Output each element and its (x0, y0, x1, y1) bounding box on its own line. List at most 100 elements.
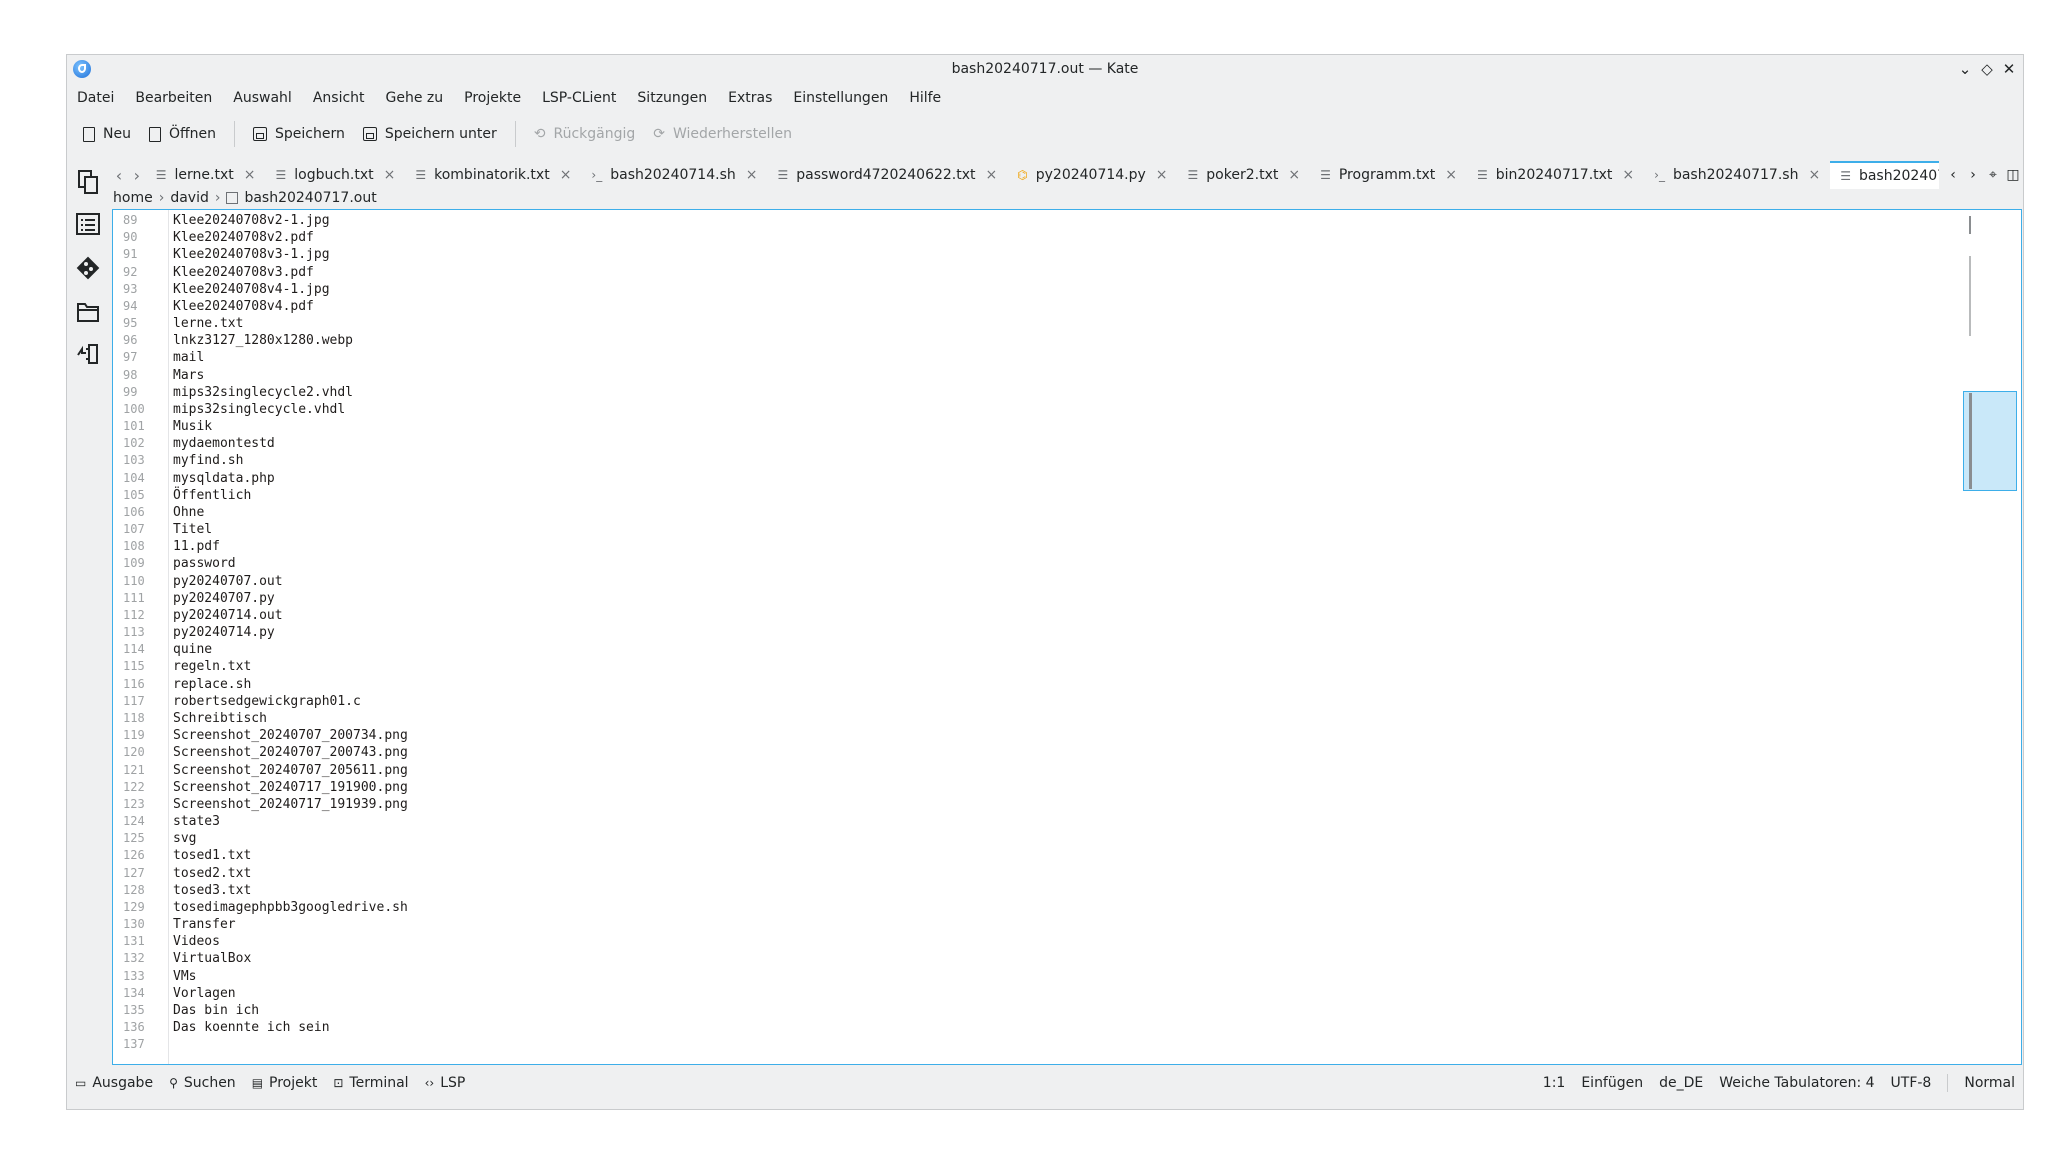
close-tab-icon[interactable]: × (1622, 167, 1634, 183)
undo-button[interactable]: ⟲ Rückgängig (534, 126, 636, 142)
input-mode[interactable]: Normal (1964, 1075, 2015, 1091)
output-toggle[interactable]: ▭ Ausgabe (75, 1075, 153, 1091)
tab-3[interactable]: ›_ bash20240714.sh × (581, 161, 767, 189)
close-tab-icon[interactable]: × (1808, 167, 1820, 183)
editor-line[interactable]: 90 Klee20240708v2.pdf (113, 229, 2021, 246)
lsp-toggle[interactable]: ‹› LSP (425, 1075, 466, 1091)
projects-icon[interactable] (75, 341, 101, 367)
editor-line[interactable]: 95 lerne.txt (113, 315, 2021, 332)
close-tab-icon[interactable]: × (1288, 167, 1300, 183)
search-toggle[interactable]: ⚲ Suchen (169, 1075, 236, 1091)
editor-line[interactable]: 134 Vorlagen (113, 985, 2021, 1002)
editor-line[interactable]: 89 Klee20240708v2-1.jpg (113, 212, 2021, 229)
editor-line[interactable]: 137 (113, 1036, 2021, 1053)
editor-line[interactable]: 114 quine (113, 641, 2021, 658)
menu-bearbeiten[interactable]: Bearbeiten (135, 90, 212, 106)
tabs-back-icon[interactable]: ‹ (110, 166, 128, 185)
editor-line[interactable]: 130 Transfer (113, 916, 2021, 933)
file-browser-icon[interactable] (75, 299, 101, 325)
editor-line[interactable]: 99 mips32singlecycle2.vhdl (113, 384, 2021, 401)
symbol-list-icon[interactable] (75, 211, 101, 237)
close-tab-icon[interactable]: × (384, 167, 396, 183)
menu-datei[interactable]: Datei (77, 90, 114, 106)
close-tab-icon[interactable]: × (1445, 167, 1457, 183)
save-button[interactable]: Speichern (253, 126, 345, 142)
save-as-button[interactable]: Speichern unter (362, 126, 497, 142)
terminal-toggle[interactable]: ⊡ Terminal (333, 1075, 408, 1091)
editor-line[interactable]: 128 tosed3.txt (113, 882, 2021, 899)
tab-0[interactable]: ☰ lerne.txt × (146, 161, 266, 189)
tabs-forward-icon[interactable]: › (128, 166, 146, 185)
minimap[interactable] (1961, 210, 2021, 1064)
editor-line[interactable]: 101 Musik (113, 418, 2021, 435)
tab-5[interactable]: ⌬ py20240714.py × (1007, 161, 1177, 189)
split-view-icon[interactable]: ◫ (2003, 167, 2023, 183)
cursor-position[interactable]: 1:1 (1543, 1075, 1566, 1091)
editor-line[interactable]: 121 Screenshot_20240707_205611.png (113, 762, 2021, 779)
editor-line[interactable]: 117 robertsedgewickgraph01.c (113, 693, 2021, 710)
editor-line[interactable]: 93 Klee20240708v4-1.jpg (113, 281, 2021, 298)
documents-icon[interactable] (75, 169, 101, 195)
menu-sitzungen[interactable]: Sitzungen (637, 90, 707, 106)
tab-6[interactable]: ☰ poker2.txt × (1178, 161, 1311, 189)
menu-projekte[interactable]: Projekte (464, 90, 521, 106)
editor-line[interactable]: 136 Das koennte ich sein (113, 1019, 2021, 1036)
editor-line[interactable]: 107 Titel (113, 521, 2021, 538)
editor-line[interactable]: 123 Screenshot_20240717_191939.png (113, 796, 2021, 813)
breadcrumb-david[interactable]: david (170, 190, 209, 206)
maximize-icon[interactable]: ◇ (1977, 59, 1997, 79)
encoding[interactable]: UTF-8 (1891, 1075, 1932, 1091)
tab-2[interactable]: ☰ kombinatorik.txt × (405, 161, 581, 189)
editor-line[interactable]: 133 VMs (113, 968, 2021, 985)
close-tab-icon[interactable]: × (1156, 167, 1168, 183)
menu-ansicht[interactable]: Ansicht (313, 90, 365, 106)
editor-line[interactable]: 120 Screenshot_20240707_200743.png (113, 744, 2021, 761)
tab-7[interactable]: ☰ Programm.txt × (1310, 161, 1467, 189)
new-button[interactable]: Neu (83, 126, 131, 142)
open-button[interactable]: Öffnen (148, 126, 216, 142)
git-icon[interactable] (75, 255, 101, 281)
editor-line[interactable]: 116 replace.sh (113, 676, 2021, 693)
editor-line[interactable]: 132 VirtualBox (113, 950, 2021, 967)
editor-line[interactable]: 115 regeln.txt (113, 658, 2021, 675)
editor-line[interactable]: 122 Screenshot_20240717_191900.png (113, 779, 2021, 796)
editor-line[interactable]: 103 myfind.sh (113, 452, 2021, 469)
redo-button[interactable]: ⟳ Wiederherstellen (653, 126, 792, 142)
editor-line[interactable]: 98 Mars (113, 367, 2021, 384)
tab-4[interactable]: ☰ password4720240622.txt × (767, 161, 1007, 189)
editor-view[interactable]: 89 Klee20240708v2-1.jpg 90 Klee20240708v2.p… (112, 209, 2022, 1065)
editor-line[interactable]: 96 lnkz3127_1280x1280.webp (113, 332, 2021, 349)
project-toggle[interactable]: ▤ Projekt (252, 1075, 318, 1091)
title-bar[interactable]: bash20240717.out — Kate ⌄ ◇ ✕ (67, 55, 2023, 83)
menu-extras[interactable]: Extras (728, 90, 772, 106)
menu-lsp-client[interactable]: LSP-CLient (542, 90, 616, 106)
tab-9[interactable]: ›_ bash20240717.sh × (1644, 161, 1830, 189)
scroll-tabs-left-icon[interactable]: ‹ (1943, 167, 1963, 183)
editor-line[interactable]: 108 11.pdf (113, 538, 2021, 555)
minimize-icon[interactable]: ⌄ (1955, 59, 1975, 79)
editor-line[interactable]: 92 Klee20240708v3.pdf (113, 264, 2021, 281)
editor-line[interactable]: 105 Öffentlich (113, 487, 2021, 504)
tab-1[interactable]: ☰ logbuch.txt × (265, 161, 405, 189)
breadcrumb-file[interactable]: bash20240717.out (244, 190, 376, 206)
editor-line[interactable]: 135 Das bin ich (113, 1002, 2021, 1019)
breadcrumb-home[interactable]: home (113, 190, 153, 206)
editor-line[interactable]: 119 Screenshot_20240707_200734.png (113, 727, 2021, 744)
editor-line[interactable]: 104 mysqldata.php (113, 470, 2021, 487)
menu-hilfe[interactable]: Hilfe (909, 90, 941, 106)
editor-line[interactable]: 131 Videos (113, 933, 2021, 950)
insert-mode[interactable]: Einfügen (1581, 1075, 1643, 1091)
close-tab-icon[interactable]: × (986, 167, 998, 183)
close-tab-icon[interactable]: × (746, 167, 758, 183)
menu-einstellungen[interactable]: Einstellungen (793, 90, 888, 106)
editor-line[interactable]: 118 Schreibtisch (113, 710, 2021, 727)
close-tab-icon[interactable]: × (560, 167, 572, 183)
close-tab-icon[interactable]: × (244, 167, 256, 183)
editor-line[interactable]: 97 mail (113, 349, 2021, 366)
editor-line[interactable]: 102 mydaemontestd (113, 435, 2021, 452)
editor-line[interactable]: 113 py20240714.py (113, 624, 2021, 641)
editor-line[interactable]: 94 Klee20240708v4.pdf (113, 298, 2021, 315)
editor-line[interactable]: 124 state3 (113, 813, 2021, 830)
editor-line[interactable]: 112 py20240714.out (113, 607, 2021, 624)
menu-auswahl[interactable]: Auswahl (233, 90, 292, 106)
